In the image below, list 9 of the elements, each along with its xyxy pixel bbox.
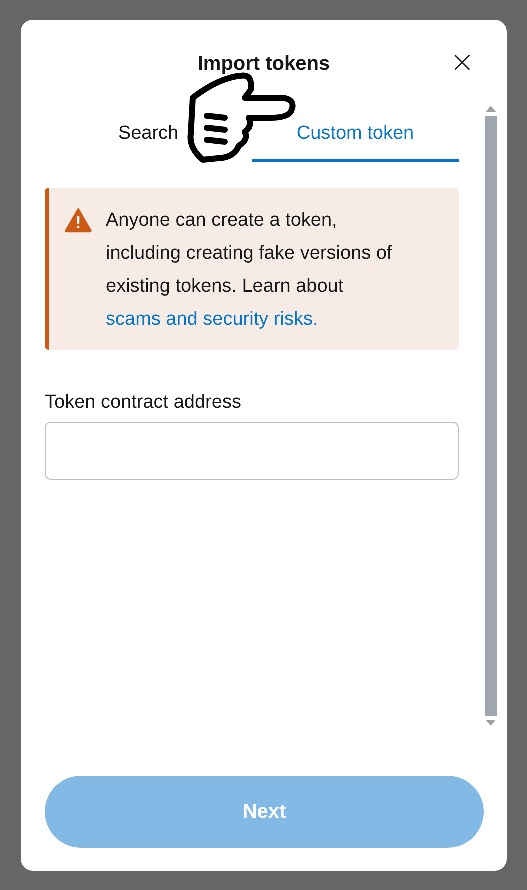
field-label: Token contract address (45, 392, 242, 414)
scrollbar[interactable] (485, 106, 497, 726)
tab[interactable]: Search (45, 106, 252, 162)
warning-icon (65, 208, 92, 233)
address-field[interactable] (45, 422, 459, 480)
warning-text: Anyone can create a token, including creating fake versions of existing tokens. Learn about scams and security risks. (106, 209, 394, 332)
dialog-title: Import tokens (198, 52, 330, 76)
security-link[interactable]: scams and security risks. (106, 309, 318, 330)
close-button[interactable]: × (448, 50, 477, 76)
